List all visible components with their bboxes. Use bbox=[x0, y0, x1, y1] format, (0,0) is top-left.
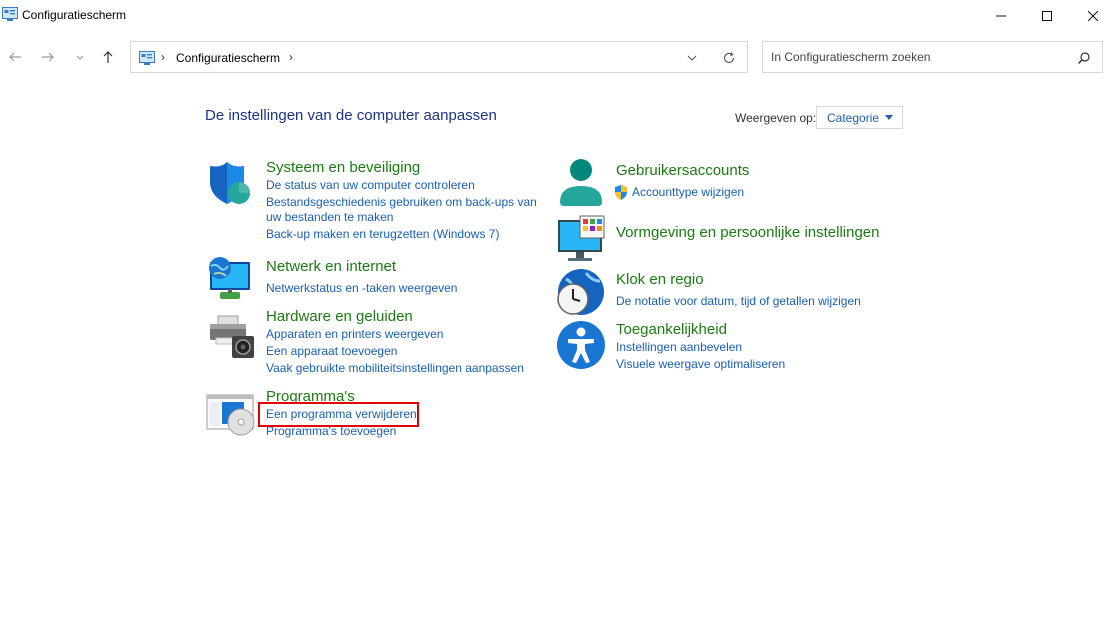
link-uninstall-program[interactable]: Een programma verwijderen bbox=[266, 406, 417, 423]
view-by-label: Weergeven op: bbox=[735, 111, 817, 125]
uac-shield-icon bbox=[615, 185, 627, 200]
close-icon bbox=[1088, 11, 1098, 21]
category-programs[interactable]: Programma's bbox=[266, 388, 355, 405]
back-button[interactable] bbox=[4, 46, 26, 68]
network-globe-icon[interactable] bbox=[206, 254, 256, 304]
maximize-button[interactable] bbox=[1024, 0, 1070, 32]
link-recommend-settings[interactable]: Instellingen aanbevelen bbox=[616, 339, 742, 356]
title-bar: Configuratiescherm bbox=[0, 0, 1116, 32]
category-accessibility[interactable]: Toegankelijkheid bbox=[616, 321, 727, 338]
chevron-down-icon bbox=[76, 55, 84, 60]
view-by-dropdown[interactable]: Categorie bbox=[816, 106, 903, 129]
control-panel-icon bbox=[139, 51, 155, 65]
accessibility-icon[interactable] bbox=[556, 320, 606, 370]
category-network-internet[interactable]: Netwerk en internet bbox=[266, 258, 396, 275]
link-add-device[interactable]: Een apparaat toevoegen bbox=[266, 343, 397, 360]
link-devices-printers[interactable]: Apparaten en printers weergeven bbox=[266, 326, 443, 343]
arrow-right-icon bbox=[42, 52, 54, 62]
category-appearance-personalization[interactable]: Vormgeving en persoonlijke instellingen bbox=[616, 224, 880, 241]
search-input[interactable] bbox=[771, 42, 1071, 72]
category-user-accounts[interactable]: Gebruikersaccounts bbox=[616, 162, 749, 179]
page-title: De instellingen van de computer aanpasse… bbox=[205, 107, 497, 124]
breadcrumb-separator[interactable]: › bbox=[289, 50, 293, 64]
link-check-computer-status[interactable]: De status van uw computer controleren bbox=[266, 177, 475, 194]
recent-locations-button[interactable] bbox=[69, 46, 91, 68]
refresh-icon bbox=[723, 52, 735, 63]
navigation-bar: › Configuratiescherm › bbox=[0, 40, 1116, 76]
shield-icon[interactable] bbox=[206, 160, 256, 210]
search-icon[interactable] bbox=[1077, 51, 1091, 65]
maximize-icon bbox=[1042, 11, 1052, 21]
link-backup-restore[interactable]: Back-up maken en terugzetten (Windows 7) bbox=[266, 226, 499, 243]
printer-speaker-icon[interactable] bbox=[206, 312, 256, 362]
address-history-button[interactable] bbox=[684, 50, 700, 66]
address-bar[interactable]: › Configuratiescherm › bbox=[130, 41, 748, 73]
link-add-programs[interactable]: Programma's toevoegen bbox=[266, 423, 396, 440]
category-clock-region[interactable]: Klok en regio bbox=[616, 271, 704, 288]
link-file-history-continued[interactable]: uw bestanden te maken bbox=[266, 209, 393, 226]
arrow-up-icon bbox=[103, 51, 113, 63]
link-date-time-format[interactable]: De notatie voor datum, tijd of getallen … bbox=[616, 293, 861, 310]
category-hardware-sound[interactable]: Hardware en geluiden bbox=[266, 308, 413, 325]
programs-disc-icon[interactable] bbox=[206, 392, 256, 442]
link-optimize-visual-display[interactable]: Visuele weergave optimaliseren bbox=[616, 356, 785, 373]
link-change-account-type[interactable]: Accounttype wijzigen bbox=[632, 184, 744, 201]
forward-button[interactable] bbox=[37, 46, 59, 68]
link-mobility-settings[interactable]: Vaak gebruikte mobiliteitsinstellingen a… bbox=[266, 360, 524, 377]
clock-globe-icon[interactable] bbox=[556, 267, 606, 317]
breadcrumb-control-panel[interactable]: Configuratiescherm bbox=[176, 51, 280, 65]
control-panel-icon bbox=[2, 7, 18, 21]
monitor-personalize-icon[interactable] bbox=[556, 214, 606, 264]
minimize-icon bbox=[996, 15, 1006, 17]
dropdown-caret-icon bbox=[885, 115, 894, 120]
category-system-security[interactable]: Systeem en beveiliging bbox=[266, 159, 420, 176]
breadcrumb-separator[interactable]: › bbox=[161, 50, 165, 64]
view-by-value[interactable]: Categorie bbox=[827, 111, 879, 125]
chevron-down-icon bbox=[687, 55, 697, 61]
window-title: Configuratiescherm bbox=[22, 8, 127, 22]
search-box[interactable] bbox=[762, 41, 1103, 73]
close-button[interactable] bbox=[1070, 0, 1116, 32]
up-button[interactable] bbox=[97, 46, 119, 68]
user-accounts-icon[interactable] bbox=[556, 158, 606, 208]
link-network-status[interactable]: Netwerkstatus en -taken weergeven bbox=[266, 280, 457, 297]
arrow-left-icon bbox=[9, 52, 21, 62]
minimize-button[interactable] bbox=[978, 0, 1024, 32]
refresh-button[interactable] bbox=[721, 50, 737, 66]
